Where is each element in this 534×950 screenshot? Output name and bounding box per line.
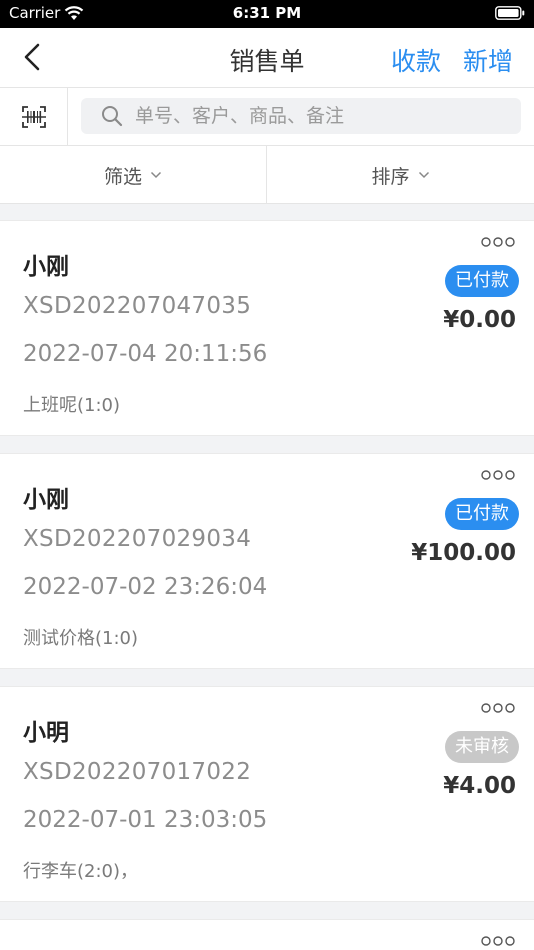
- filter-row: 筛选 排序: [0, 146, 534, 204]
- more-options-icon[interactable]: [480, 934, 516, 948]
- customer-name: 小明: [23, 720, 69, 746]
- barcode-icon: [22, 106, 46, 128]
- more-options-icon[interactable]: [480, 701, 516, 715]
- search-box[interactable]: [81, 98, 521, 134]
- customer-name: 小刚: [23, 254, 69, 280]
- order-card[interactable]: 小刚 XSD202207029034 2022-07-02 23:26:04 测…: [0, 453, 534, 669]
- order-card[interactable]: 小刚 XSD202207047035 2022-07-04 20:11:56 上…: [0, 220, 534, 436]
- more-options-icon[interactable]: [480, 468, 516, 482]
- order-note: 测试价格(1:0): [23, 628, 139, 649]
- nav-bar: 销售单 收款 新增: [0, 28, 534, 88]
- order-datetime: 2022-07-02 23:26:04: [23, 574, 268, 600]
- status-time: 6:31 PM: [232, 4, 302, 22]
- add-order-button[interactable]: 新增: [463, 42, 513, 78]
- more-options-icon[interactable]: [480, 235, 516, 249]
- page-title: 销售单: [229, 47, 305, 76]
- order-number: XSD202207017022: [23, 759, 252, 785]
- filter-dropdown[interactable]: 筛选: [0, 146, 267, 204]
- sort-dropdown[interactable]: 排序: [267, 146, 534, 204]
- status-bar: Carrier 6:31 PM: [0, 0, 534, 28]
- sort-label: 排序: [371, 165, 410, 188]
- order-datetime: 2022-07-04 20:11:56: [23, 341, 268, 367]
- order-number: XSD202207047035: [23, 293, 252, 319]
- battery-icon: [495, 6, 525, 20]
- collect-payment-button[interactable]: 收款: [391, 42, 441, 78]
- search-icon: [102, 106, 123, 127]
- chevron-down-icon: [150, 171, 162, 179]
- search-row: [0, 88, 534, 146]
- order-datetime: 2022-07-01 23:03:05: [23, 807, 268, 833]
- order-number: XSD202207029034: [23, 526, 252, 552]
- order-card[interactable]: 小明 XSD202207017022 2022-07-01 23:03:05 行…: [0, 686, 534, 902]
- order-note: 行李车(2:0)，: [23, 861, 139, 882]
- chevron-down-icon: [418, 171, 429, 179]
- order-amount: ¥100.00: [411, 540, 516, 566]
- order-card[interactable]: [0, 919, 534, 950]
- status-badge: 未审核: [445, 731, 519, 763]
- order-amount: ¥4.00: [443, 773, 516, 799]
- customer-name: 小刚: [23, 487, 69, 513]
- filter-label: 筛选: [103, 165, 142, 188]
- search-input[interactable]: [135, 98, 505, 134]
- status-badge: 已付款: [445, 498, 519, 530]
- order-amount: ¥0.00: [443, 307, 516, 333]
- order-note: 上班呢(1:0): [23, 395, 121, 416]
- status-badge: 已付款: [445, 265, 519, 297]
- barcode-scan-button[interactable]: [0, 88, 68, 146]
